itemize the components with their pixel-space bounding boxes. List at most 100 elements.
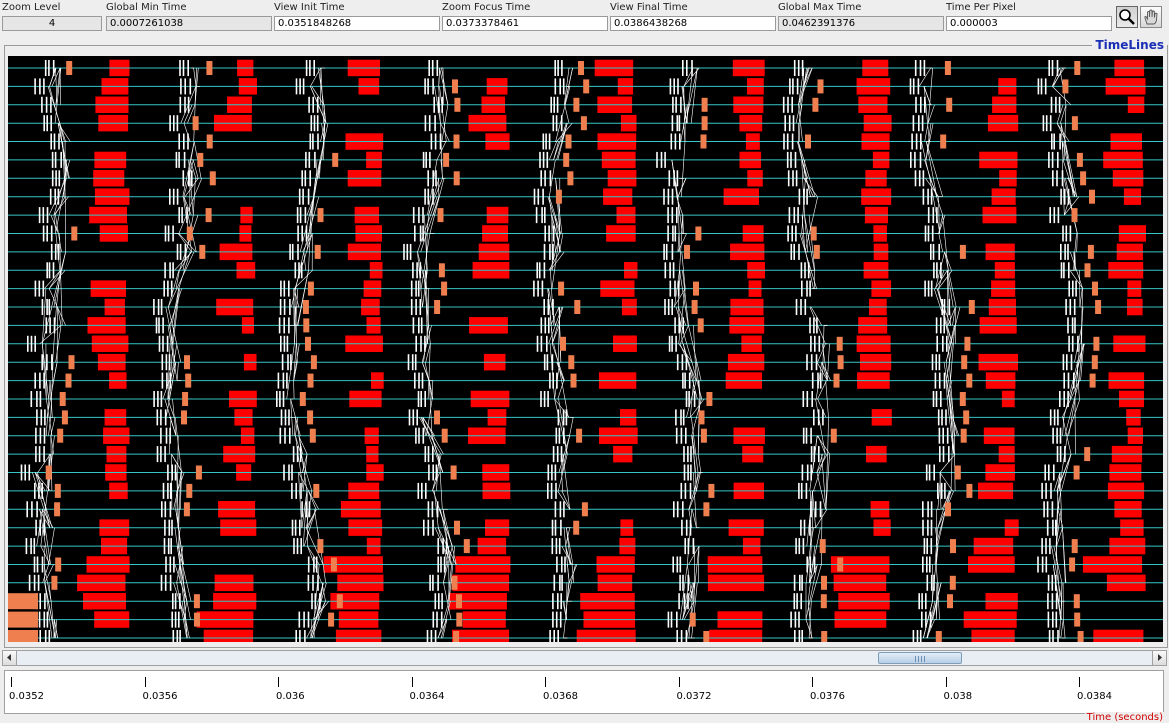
state-marker	[454, 98, 460, 112]
event-tick	[291, 465, 293, 481]
scroll-left-button[interactable]	[3, 651, 17, 665]
event-tick	[801, 483, 803, 499]
event-tick	[561, 446, 563, 462]
event-tick	[312, 575, 314, 591]
event-tick	[673, 78, 675, 94]
horizontal-scrollbar[interactable]	[2, 650, 1167, 666]
state-marker	[337, 594, 343, 608]
event-tick	[309, 170, 311, 186]
event-tick	[429, 575, 431, 591]
message-line	[687, 509, 692, 564]
event-tick	[156, 317, 158, 333]
event-tick	[312, 97, 314, 113]
event-tick	[278, 373, 280, 389]
event-tick	[938, 409, 940, 425]
event-tick	[939, 428, 941, 444]
time-ruler: 0.03520.03560.0360.03640.03680.03720.037…	[4, 670, 1164, 714]
event-tick	[1045, 78, 1047, 94]
message-line	[805, 197, 818, 252]
event-tick	[672, 226, 674, 242]
event-tick	[1059, 134, 1061, 150]
event-tick	[936, 391, 938, 407]
message-line	[1062, 160, 1064, 215]
event-tick	[173, 557, 175, 573]
event-tick	[672, 244, 674, 260]
event-tick	[1051, 134, 1053, 150]
event-tick	[677, 78, 679, 94]
event-tick	[917, 630, 919, 642]
zoom-tool-button[interactable]	[1116, 6, 1138, 28]
message-line	[1064, 362, 1078, 417]
event-tick	[1046, 115, 1048, 131]
event-tick	[936, 317, 938, 333]
message-line	[687, 68, 693, 123]
event-tick	[29, 575, 31, 591]
event-tick	[544, 391, 546, 407]
event-tick	[21, 465, 23, 481]
event-tick	[656, 152, 658, 168]
state-marker	[55, 558, 61, 572]
event-tick	[175, 612, 177, 628]
event-tick	[676, 428, 678, 444]
time-per-pixel-input[interactable]: 0.000003	[946, 16, 1112, 31]
event-tick	[190, 78, 192, 94]
edge-state-block	[8, 593, 38, 609]
zoom-focus-time-input[interactable]: 0.0373378461	[442, 16, 608, 31]
event-tick	[284, 336, 286, 352]
event-tick	[1048, 612, 1050, 628]
view-final-time-input[interactable]: 0.0386438268	[610, 16, 776, 31]
event-tick	[26, 501, 28, 517]
event-tick	[416, 409, 418, 425]
state-marker	[703, 502, 709, 516]
event-tick	[283, 391, 285, 407]
event-tick	[1068, 373, 1070, 389]
state-block	[577, 630, 636, 642]
event-tick	[929, 557, 931, 573]
message-line	[168, 252, 194, 307]
state-marker	[969, 300, 975, 314]
event-tick	[49, 317, 51, 333]
grip-icon	[915, 656, 925, 662]
event-tick	[425, 115, 427, 131]
event-tick	[554, 60, 556, 76]
state-marker	[308, 374, 314, 388]
global-min-time-label: Global Min Time	[106, 2, 186, 13]
message-line	[316, 123, 328, 178]
event-tick	[172, 593, 174, 609]
state-marker	[1085, 263, 1091, 277]
message-line	[565, 105, 569, 123]
event-tick	[541, 317, 543, 333]
scroll-track[interactable]	[17, 651, 1152, 665]
state-marker	[210, 171, 216, 185]
event-tick	[1048, 575, 1050, 591]
view-init-time-input[interactable]: 0.0351848268	[274, 16, 440, 31]
message-line	[294, 381, 295, 399]
event-tick	[292, 520, 294, 536]
event-tick	[284, 299, 286, 315]
event-tick	[920, 152, 922, 168]
state-marker	[566, 135, 572, 149]
event-tick	[683, 446, 685, 462]
pan-tool-button[interactable]	[1140, 6, 1162, 28]
event-tick	[910, 152, 912, 168]
state-marker	[187, 227, 193, 241]
timeline-canvas[interactable]	[8, 56, 1163, 642]
event-tick	[425, 152, 427, 168]
state-marker	[185, 374, 191, 388]
event-tick	[289, 244, 291, 260]
state-marker	[182, 392, 188, 406]
event-tick	[560, 520, 562, 536]
state-marker	[194, 613, 200, 627]
event-tick	[418, 428, 420, 444]
event-tick	[160, 446, 162, 462]
event-tick	[170, 483, 172, 499]
state-marker	[186, 484, 192, 498]
state-marker	[196, 466, 202, 480]
event-tick	[682, 60, 684, 76]
event-tick	[415, 336, 417, 352]
event-tick	[49, 630, 51, 642]
event-tick	[172, 262, 174, 278]
scroll-thumb[interactable]	[878, 652, 962, 664]
event-tick	[423, 520, 425, 536]
scroll-right-button[interactable]	[1152, 651, 1166, 665]
